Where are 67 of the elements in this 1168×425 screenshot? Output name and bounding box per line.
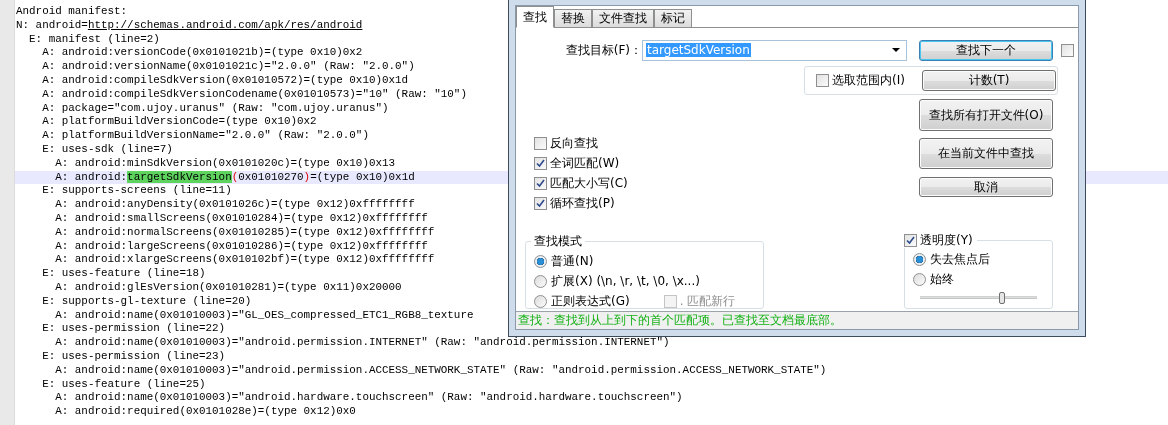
transparency-checkbox[interactable]: 透明度(Y) <box>904 233 973 248</box>
code-text: E: uses-feature (line=25) <box>41 377 206 390</box>
brace-match: ( <box>231 170 239 183</box>
brace-match: ) <box>303 170 311 183</box>
code-text: A: android:largeScreens(0x01010286)=(type 0x12)0xffffffff <box>54 239 428 252</box>
code-text: E: uses-sdk (line=7) <box>41 142 173 155</box>
code-text: E: uses-feature (line=18) <box>41 267 206 280</box>
mode-radio[interactable]: 普通(N) <box>534 253 763 269</box>
code-text: A: platformBuildVersionCode=(type 0x10)0x2 <box>41 115 317 128</box>
code-text: Android manifest: <box>16 5 128 17</box>
option-checkbox[interactable]: 反向查找 <box>534 136 919 151</box>
code-text: A: android:name(0x01010003)="android.permission.INTERNET" (Raw: "android.permission.INTERNET") <box>54 336 670 349</box>
code-text: A: android:glEsVersion(0x01010281)=(type 0x11)0x20000 <box>54 280 402 293</box>
group-title: 查找模式 <box>533 233 583 250</box>
code-text: 0x01010270 <box>238 170 304 183</box>
find-next-button[interactable]: 查找下一个 <box>919 39 1053 61</box>
option-checkbox[interactable]: 全词匹配(W) <box>534 156 919 171</box>
code-text: A: package="com.ujoy.uranus" (Raw: "com.ujoy.uranus") <box>41 101 389 114</box>
code-text: A: android:compileSdkVersionCodename(0x01010573)="10" (Raw: "10") <box>41 87 467 100</box>
dropdown-arrow-icon <box>892 48 900 52</box>
code-text: A: platformBuildVersionName="2.0.0" (Raw: "2.0.0") <box>41 129 369 142</box>
mode-radio[interactable]: 扩展(X) (\n, \r, \t, \0, \x...) <box>534 273 763 289</box>
code-text: A: android:versionName(0x0101021c)="2.0.0" (Raw: "2.0.0") <box>41 60 415 73</box>
option-checkbox[interactable]: 匹配大小写(C) <box>534 176 919 191</box>
code-text: E: supports-gl-texture (line=20) <box>41 294 252 307</box>
code-text: E: uses-permission (line=22) <box>41 322 226 335</box>
code-text: E: uses-permission (line=23) <box>41 349 226 362</box>
transparency-radio[interactable]: 失去焦点后 <box>913 251 1052 267</box>
code-text: A: android:versionCode(0x0101021b)=(type 0x10)0x2 <box>41 46 363 59</box>
code-text: A: android: <box>54 170 128 183</box>
in-selection-checkbox[interactable]: 选取范围内(I) <box>816 73 916 88</box>
tab[interactable]: 查找 <box>516 6 554 28</box>
code-text: A: android:anyDensity(0x0101026c)=(type 0x12)0xffffffff <box>54 198 415 211</box>
checkbox[interactable] <box>904 234 917 247</box>
search-match: targetSdkVersion <box>127 170 232 183</box>
code-link[interactable]: http://schemas.android.com/apk/res/android <box>87 18 363 31</box>
find-all-open-button[interactable]: 查找所有打开文件(O) <box>919 99 1053 131</box>
find-in-current-button[interactable]: 在当前文件中查找 <box>919 138 1053 169</box>
code-text: E: supports-screens (line=11) <box>41 184 232 197</box>
checkbox[interactable] <box>534 157 547 170</box>
checkbox[interactable] <box>816 74 829 87</box>
slider-thumb[interactable] <box>998 292 1005 304</box>
cancel-button[interactable]: 取消 <box>919 177 1053 197</box>
option-checkbox[interactable]: 循环查找(P) <box>534 196 919 211</box>
checkbox[interactable] <box>534 137 547 150</box>
code-text: A: android:name(0x01010003)="android.permission.ACCESS_NETWORK_STATE" (Raw: "android.permission.ACCESS_NETWORK_STATE") <box>54 363 827 376</box>
checkbox[interactable] <box>534 177 547 190</box>
tab[interactable]: 替换 <box>554 9 592 28</box>
code-text: A: android:name(0x01010003)="GL_OES_compressed_ETC1_RGB8_texture <box>54 308 474 321</box>
checkbox[interactable] <box>534 197 547 210</box>
code-text: A: android:smallScreens(0x01010284)=(type 0x12)0xffffffff <box>54 211 428 224</box>
code-text: A: android:compileSdkVersion(0x01010572)=(type 0x10)0x1d <box>41 74 409 86</box>
code-text: A: android:name(0x01010003)="android.hardware.touchscreen" (Raw: "android.hardware.touchscreen") <box>54 391 683 404</box>
code-text: A: android:normalScreens(0x01010285)=(type 0x12)0xffffffff <box>54 225 435 238</box>
code-text: A: android:required(0x0101028e)=(type 0x12)0x0 <box>54 405 356 418</box>
code-text: N: android= <box>16 18 88 31</box>
transparency-radio[interactable]: 始终 <box>913 271 1052 287</box>
tab[interactable]: 文件查找 <box>592 9 654 28</box>
status-message: 查找：查找到从上到下的首个匹配项。已查找至文档最底部。 <box>516 311 1078 329</box>
code-text: A: android:minSdkVersion(0x0101020c)=(type 0x10)0x13 <box>54 156 396 169</box>
code-text: =(type 0x10)0x1d <box>310 170 415 183</box>
code-text: E: manifest (line=2) <box>28 32 160 45</box>
code-text: A: android:xlargeScreens(0x010102bf)=(type 0x12)0xffffffff <box>54 253 435 266</box>
find-label: 查找目标(F)： <box>564 41 642 59</box>
count-button[interactable]: 计数(T) <box>922 70 1056 91</box>
tab[interactable]: 标记 <box>654 9 692 28</box>
checkbox[interactable] <box>1061 43 1074 57</box>
